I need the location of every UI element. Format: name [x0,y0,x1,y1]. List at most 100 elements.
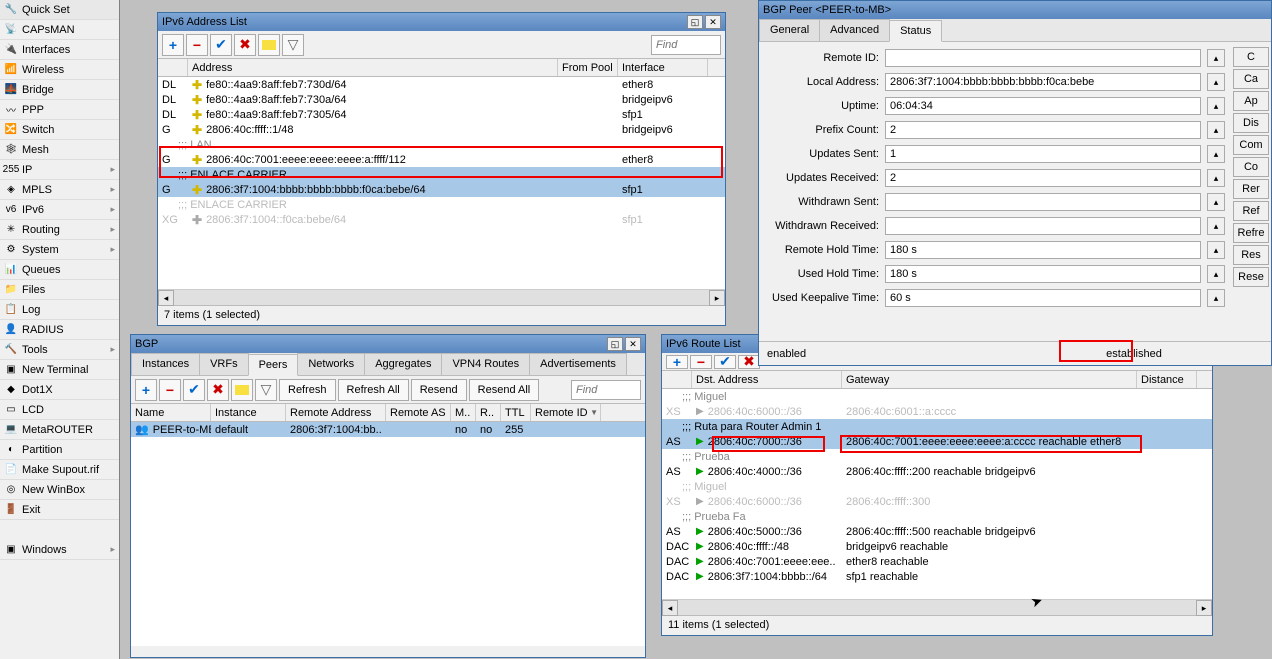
sidebar-item-exit[interactable]: 🚪Exit [0,500,119,520]
col-dst[interactable]: Dst. Address [692,371,842,388]
sidebar-item-mesh[interactable]: 🕸Mesh [0,140,119,160]
side-button[interactable]: Rer [1233,179,1269,199]
side-button[interactable]: Dis [1233,113,1269,133]
col-header[interactable]: M.. [451,404,476,421]
col-header[interactable]: Remote Address [286,404,386,421]
field-value[interactable] [885,49,1201,67]
sidebar-item-metarouter[interactable]: 💻MetaROUTER [0,420,119,440]
restore-button[interactable]: ◱ [607,337,623,351]
field-value[interactable]: 2806:3f7:1004:bbbb:bbbb:bbbb:f0ca:bebe [885,73,1201,91]
field-value[interactable]: 2 [885,121,1201,139]
tab-advertisements[interactable]: Advertisements [529,353,627,375]
comment-button[interactable] [258,34,280,56]
table-row[interactable]: XS▶2806:40c:6000::/362806:40c:ffff::300 [662,494,1212,509]
add-button[interactable]: + [666,355,688,369]
enable-button[interactable]: ✔ [210,34,232,56]
field-value[interactable]: 2 [885,169,1201,187]
tab-networks[interactable]: Networks [297,353,365,375]
field-button[interactable]: ▴ [1207,97,1225,115]
table-row[interactable]: DL✚fe80::4aa9:8aff:feb7:730a/64bridgeipv… [158,92,725,107]
table-row[interactable]: ;;; ENLACE CARRIER [158,197,725,212]
field-value[interactable] [885,217,1201,235]
side-button[interactable]: C [1233,47,1269,67]
sidebar-item-radius[interactable]: 👤RADIUS [0,320,119,340]
sidebar-windows[interactable]: ▣ Windows ▸ [0,540,119,560]
col-header[interactable]: R.. [476,404,501,421]
close-button[interactable]: ✕ [705,15,721,29]
table-row[interactable]: G✚2806:3f7:1004:bbbb:bbbb:bbbb:f0ca:bebe… [158,182,725,197]
tab-instances[interactable]: Instances [131,353,200,375]
side-button[interactable]: Res [1233,245,1269,265]
side-button[interactable]: Ca [1233,69,1269,89]
refresh-button[interactable]: Refresh [279,379,336,401]
sidebar-item-system[interactable]: ⚙System▸ [0,240,119,260]
field-value[interactable]: 180 s [885,241,1201,259]
table-row[interactable]: ;;; ENLACE CARRIER [158,167,725,182]
side-button[interactable]: Ap [1233,91,1269,111]
field-button[interactable]: ▴ [1207,145,1225,163]
field-button[interactable]: ▴ [1207,73,1225,91]
sidebar-item-make-supout.rif[interactable]: 📄Make Supout.rif [0,460,119,480]
table-body[interactable]: 👥PEER-to-MB default 2806:3f7:1004:bb.. n… [131,422,645,646]
scroll-left[interactable]: ◂ [662,600,678,616]
col-header[interactable]: Remote AS [386,404,451,421]
enable-button[interactable]: ✔ [183,379,205,401]
field-button[interactable]: ▴ [1207,49,1225,67]
sidebar-item-routing[interactable]: ✳Routing▸ [0,220,119,240]
tab-vpn4 routes[interactable]: VPN4 Routes [441,353,530,375]
sidebar-item-new-winbox[interactable]: ◎New WinBox [0,480,119,500]
tab-vrfs[interactable]: VRFs [199,353,249,375]
field-value[interactable]: 60 s [885,289,1201,307]
scroll-right[interactable]: ▸ [1196,600,1212,616]
remove-button[interactable]: − [690,355,712,369]
tab-status[interactable]: Status [889,20,942,42]
refresh-all-button[interactable]: Refresh All [338,379,409,401]
col-interface[interactable]: Interface [618,59,708,76]
field-button[interactable]: ▴ [1207,169,1225,187]
col-header[interactable]: Remote ID▼ [531,404,601,421]
resend-all-button[interactable]: Resend All [469,379,540,401]
sidebar-item-bridge[interactable]: 🌉Bridge [0,80,119,100]
col-header[interactable]: Instance [211,404,286,421]
table-row[interactable]: ;;; Prueba Fa [662,509,1212,524]
side-button[interactable]: Refre [1233,223,1269,243]
remove-button[interactable]: − [186,34,208,56]
sidebar-item-queues[interactable]: 📊Queues [0,260,119,280]
field-button[interactable]: ▴ [1207,193,1225,211]
tab-general[interactable]: General [759,19,820,41]
side-button[interactable]: Com [1233,135,1269,155]
table-row[interactable]: DAC▶2806:40c:7001:eeee:eee..ether8 reach… [662,554,1212,569]
sidebar-item-quick-set[interactable]: 🔧Quick Set [0,0,119,20]
table-row[interactable]: XS▶2806:40c:6000::/362806:40c:6001::a:cc… [662,404,1212,419]
table-row[interactable]: DL✚fe80::4aa9:8aff:feb7:730d/64ether8 [158,77,725,92]
tab-aggregates[interactable]: Aggregates [364,353,442,375]
field-value[interactable] [885,193,1201,211]
sidebar-item-ppp[interactable]: 〰PPP [0,100,119,120]
tab-peers[interactable]: Peers [248,354,299,376]
sidebar-item-mpls[interactable]: ◈MPLS▸ [0,180,119,200]
col-address[interactable]: Address [188,59,558,76]
resend-button[interactable]: Resend [411,379,467,401]
field-button[interactable]: ▴ [1207,241,1225,259]
table-body[interactable]: ;;; MiguelXS▶2806:40c:6000::/362806:40c:… [662,389,1212,599]
sidebar-item-partition[interactable]: ◐Partition [0,440,119,460]
sidebar-item-switch[interactable]: 🔀Switch [0,120,119,140]
col-frompool[interactable]: From Pool [558,59,618,76]
side-button[interactable]: Rese [1233,267,1269,287]
add-button[interactable]: + [135,379,157,401]
sidebar-item-log[interactable]: 📋Log [0,300,119,320]
find-input[interactable] [651,35,721,55]
table-row[interactable]: ;;; Miguel [662,389,1212,404]
titlebar[interactable]: BGP ◱ ✕ [131,335,645,353]
col-header[interactable]: Name [131,404,211,421]
sidebar-item-ip[interactable]: 255IP▸ [0,160,119,180]
table-row[interactable]: XG✚2806:3f7:1004::f0ca:bebe/64sfp1 [158,212,725,227]
sidebar-item-capsman[interactable]: 📡CAPsMAN [0,20,119,40]
col-distance[interactable]: Distance [1137,371,1197,388]
disable-button[interactable]: ✖ [234,34,256,56]
disable-button[interactable]: ✖ [738,355,760,369]
add-button[interactable]: + [162,34,184,56]
field-value[interactable]: 06:04:34 [885,97,1201,115]
sidebar-item-tools[interactable]: 🔨Tools▸ [0,340,119,360]
table-body[interactable]: DL✚fe80::4aa9:8aff:feb7:730d/64ether8DL✚… [158,77,725,289]
